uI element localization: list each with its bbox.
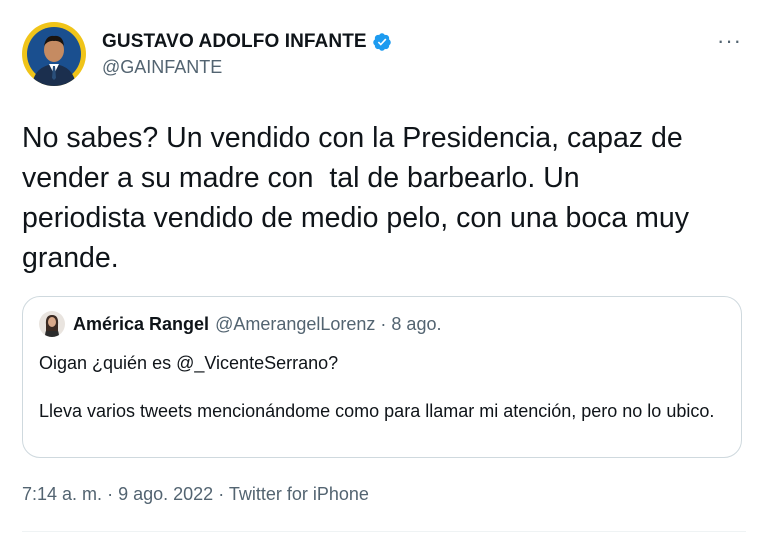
tweet-source[interactable]: Twitter for iPhone <box>229 484 369 504</box>
quoted-author-handle[interactable]: @AmerangelLorenz <box>215 314 375 335</box>
meta-separator-1: · <box>107 484 114 504</box>
quoted-text-line1: Oigan ¿quién es @_VicenteSerrano? <box>39 353 339 373</box>
quoted-author-name[interactable]: América Rangel <box>73 314 209 335</box>
meta-separator-2: · <box>218 484 225 504</box>
tweet-header: GUSTAVO ADOLFO INFANTE @GAINFANTE <box>22 20 746 88</box>
quoted-tweet-text: Oigan ¿quién es @_VicenteSerrano? Lleva … <box>39 351 725 423</box>
tweet-metadata: 7:14 a. m. · 9 ago. 2022 · Twitter for i… <box>22 484 746 505</box>
divider <box>22 531 746 532</box>
quoted-text-line2: Lleva varios tweets mencionándome como p… <box>39 401 715 421</box>
quoted-tweet-header: América Rangel @AmerangelLorenz · 8 ago. <box>39 311 725 337</box>
quoted-date[interactable]: 8 ago. <box>391 314 441 335</box>
tweet-date[interactable]: 9 ago. 2022 <box>118 484 213 504</box>
tweet-container: GUSTAVO ADOLFO INFANTE @GAINFANTE ··· No… <box>0 0 768 536</box>
more-options-icon[interactable]: ··· <box>717 30 742 52</box>
tweet-time[interactable]: 7:14 a. m. <box>22 484 102 504</box>
author-display-name[interactable]: GUSTAVO ADOLFO INFANTE <box>102 31 367 53</box>
quoted-separator: · <box>380 313 387 334</box>
quoted-author-avatar[interactable] <box>39 311 65 337</box>
tweet-text: No sabes? Un vendido con la Presidencia,… <box>22 122 690 274</box>
author-avatar[interactable] <box>22 22 86 86</box>
verified-badge-icon <box>372 32 392 52</box>
avatar-photo-icon <box>22 22 86 86</box>
quoted-tweet[interactable]: América Rangel @AmerangelLorenz · 8 ago.… <box>22 296 742 458</box>
author-names: GUSTAVO ADOLFO INFANTE @GAINFANTE <box>102 31 392 78</box>
author-handle[interactable]: @GAINFANTE <box>102 57 392 78</box>
quoted-avatar-photo-icon <box>39 311 65 337</box>
author-name-row: GUSTAVO ADOLFO INFANTE <box>102 31 392 53</box>
